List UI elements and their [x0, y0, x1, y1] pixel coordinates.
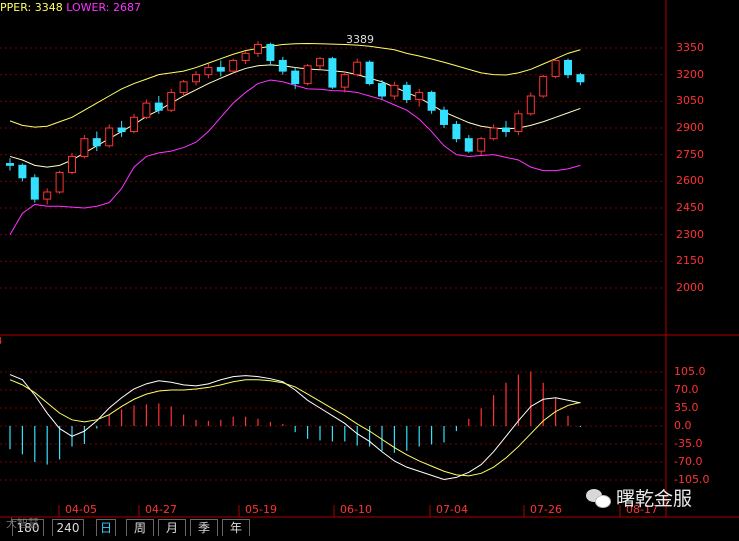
- candle-body: [6, 163, 14, 166]
- date-tick-label: 04-05: [65, 503, 97, 516]
- date-tick-label: 06-10: [340, 503, 372, 516]
- price-tick-label: 2000: [676, 281, 704, 294]
- date-tick-label: 04-27: [145, 503, 177, 516]
- candle-body: [303, 65, 312, 85]
- macd-tick-label: -35.0: [674, 437, 703, 450]
- price-tick-label: 3050: [676, 94, 704, 108]
- candle-body: [328, 58, 337, 88]
- price-tick-label: 2300: [676, 227, 704, 241]
- candle-body: [464, 138, 473, 152]
- stock-chart: PPER: 3348 LOWER: 2687 3389 4 3350 3200 30…: [0, 0, 739, 537]
- period-tab-4[interactable]: 月: [158, 519, 186, 536]
- candle-body: [452, 123, 461, 140]
- candle-body: [204, 67, 213, 76]
- indicator-tag: 4: [0, 336, 2, 347]
- candle-body: [154, 102, 163, 111]
- candle-body: [43, 191, 52, 200]
- macd-tick-label: -70.0: [674, 455, 703, 468]
- lower-value: 2687: [112, 1, 141, 14]
- macd-tick-label: 105.0: [674, 365, 706, 378]
- price-tick-label: 3350: [676, 41, 704, 54]
- candle-body: [130, 116, 138, 133]
- period-tab-2[interactable]: 日: [96, 519, 116, 536]
- price-tick-label: 2150: [676, 254, 704, 268]
- candle-body: [266, 43, 275, 61]
- price-tick-label: 3200: [676, 67, 704, 81]
- candle-body: [68, 155, 76, 173]
- watermark-right-text: 曙乾金服: [616, 488, 693, 510]
- period-tab-6[interactable]: 年: [222, 519, 250, 536]
- date-tick-label: 05-19: [245, 503, 277, 516]
- candle-body: [316, 58, 324, 67]
- peak-annotation: 3389: [346, 33, 374, 46]
- date-tick-label: 07-04: [436, 503, 468, 516]
- watermark-left: 大智慧: [6, 515, 39, 531]
- candle-body: [415, 91, 424, 101]
- candle-body: [216, 67, 225, 72]
- upper-value: 3348: [34, 1, 63, 14]
- candle-body: [365, 61, 374, 85]
- date-tick-label: 07-26: [530, 503, 562, 516]
- candle-body: [241, 52, 250, 61]
- macd-tick-label: 35.0: [674, 401, 699, 414]
- candle-body: [539, 75, 548, 97]
- macd-tick-label: 70.0: [674, 383, 699, 396]
- chart-canvas: [0, 0, 739, 537]
- candle-body: [117, 127, 126, 133]
- candle-body: [564, 59, 572, 76]
- candle-body: [440, 109, 448, 125]
- candle-body: [502, 127, 510, 133]
- candle-body: [92, 138, 101, 147]
- candle-body: [278, 59, 287, 72]
- macd-tick-label: 0.0: [674, 419, 692, 432]
- watermark-right: 曙乾金服: [586, 484, 692, 511]
- candle-body: [576, 74, 585, 83]
- candle-body: [105, 127, 114, 147]
- candle-body: [340, 74, 349, 88]
- candle-body: [179, 81, 188, 93]
- price-tick-label: 2600: [676, 174, 704, 188]
- watermark-left-text: 大智慧: [6, 517, 39, 530]
- candle-body: [18, 164, 27, 179]
- price-tick-label: 2900: [676, 121, 704, 134]
- price-tick-label: 2750: [676, 147, 704, 161]
- candle-body: [427, 91, 436, 111]
- candle-body: [291, 70, 300, 85]
- candle-body: [402, 84, 411, 101]
- lower-label: LOWER:: [66, 1, 110, 14]
- candle-body: [489, 127, 498, 140]
- candle-body: [80, 138, 89, 157]
- candle-body: [55, 171, 64, 193]
- price-tick-label: 2450: [676, 201, 704, 214]
- candle-body: [30, 177, 39, 200]
- period-tab-bar: 180 240 日周月季年: [0, 518, 739, 537]
- candle-body: [192, 74, 200, 83]
- candle-body: [477, 138, 486, 152]
- period-tab-3[interactable]: 周: [126, 519, 154, 536]
- candle-body: [526, 95, 535, 115]
- candle-body: [390, 84, 399, 97]
- candle-body: [254, 43, 262, 54]
- candle-body: [551, 59, 560, 77]
- period-tab-1[interactable]: 240: [52, 519, 84, 536]
- period-tab-5[interactable]: 季: [190, 519, 218, 536]
- wechat-icon: [586, 487, 612, 509]
- upper-label: PPER:: [0, 1, 32, 14]
- candle-body: [229, 59, 238, 72]
- candle-body: [353, 61, 362, 76]
- candle-body: [142, 102, 151, 118]
- band-legend: PPER: 3348 LOWER: 2687: [0, 1, 141, 14]
- candle-body: [167, 91, 176, 111]
- candle-body: [514, 113, 523, 133]
- candle-body: [378, 83, 386, 97]
